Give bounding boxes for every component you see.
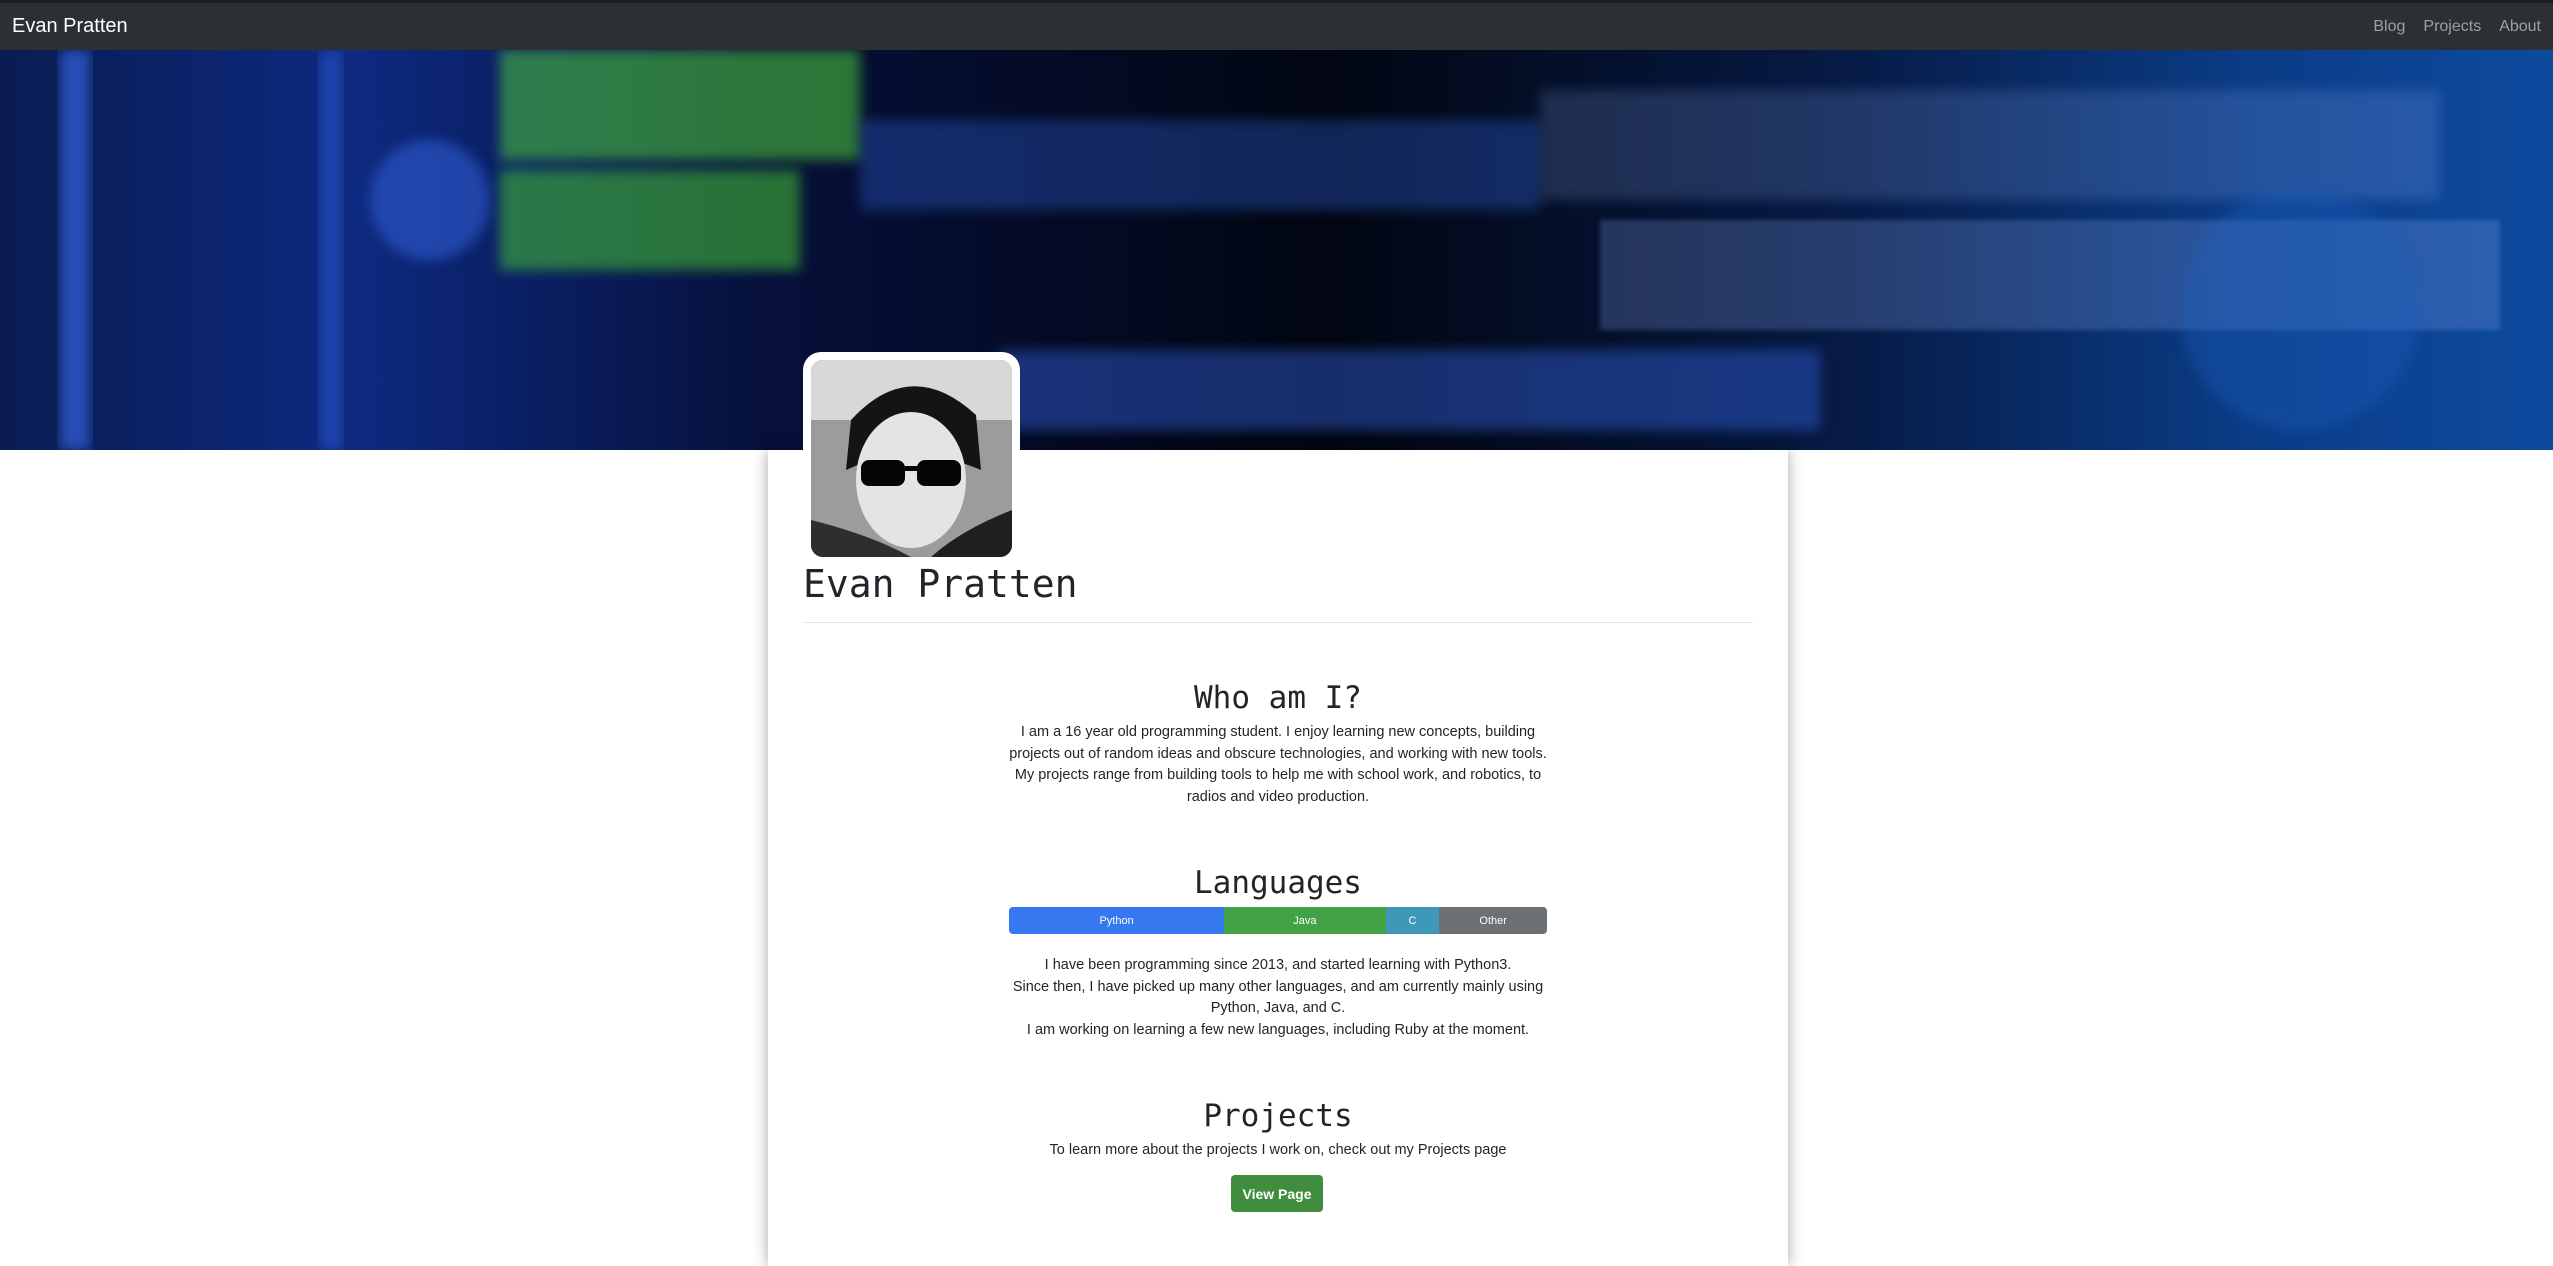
avatar-frame [803, 352, 1020, 565]
languages-paragraph: I have been programming since 2013, and … [1003, 955, 1553, 1041]
avatar-photo [811, 360, 1012, 557]
about-paragraph: I am a 16 year old programming student. … [1003, 722, 1553, 808]
projects-title: Projects [1203, 1098, 1353, 1134]
nav-link-about[interactable]: About [2499, 18, 2541, 36]
language-segment-other: Other [1439, 907, 1547, 934]
profile-name: Evan Pratten [803, 562, 1078, 606]
view-page-button[interactable]: View Page [1231, 1175, 1323, 1212]
avatar [811, 360, 1012, 557]
languages-progress-bar: Python Java C Other [1009, 907, 1547, 934]
header-banner-image [0, 50, 2553, 450]
languages-title: Languages [1194, 865, 1362, 901]
language-segment-java: Java [1224, 907, 1386, 934]
about-line: I am a 16 year old programming student. … [1020, 724, 1536, 740]
banner-art [60, 50, 2500, 450]
about-line: My projects range from building tools to… [1014, 767, 1542, 783]
about-title: Who am I? [1194, 680, 1362, 716]
language-segment-c: C [1385, 907, 1440, 934]
languages-line: Python, Java, and C. [1210, 1000, 1346, 1016]
languages-line: I have been programming since 2013, and … [1044, 957, 1512, 973]
nav-link-projects[interactable]: Projects [2423, 18, 2481, 36]
about-line: radios and video production. [1186, 788, 1370, 805]
about-line: projects out of random ideas and obscure… [1009, 745, 1547, 762]
languages-line: Since then, I have picked up many other … [1012, 978, 1544, 995]
projects-text: To learn more about the projects I work … [1049, 1142, 1507, 1158]
name-divider [803, 622, 1753, 623]
top-navbar: Evan Pratten Blog Projects About [0, 0, 2553, 50]
brand-link[interactable]: Evan Pratten [12, 15, 128, 38]
languages-line: I am working on learning a few new langu… [1026, 1021, 1530, 1038]
nav-links: Blog Projects About [2373, 18, 2541, 36]
language-segment-python: Python [1009, 907, 1225, 934]
nav-link-blog[interactable]: Blog [2373, 18, 2405, 36]
